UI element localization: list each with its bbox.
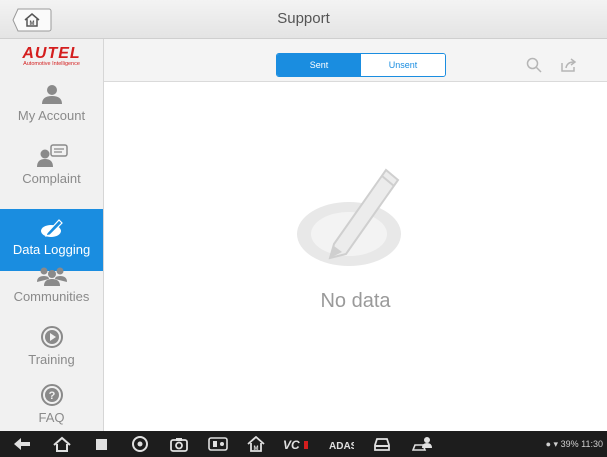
brand-tagline: Automotive Intelligence bbox=[23, 61, 80, 67]
communities-icon bbox=[36, 267, 67, 286]
search-icon[interactable] bbox=[526, 57, 542, 73]
top-bar: M Support bbox=[0, 0, 607, 39]
empty-state-text: No data bbox=[320, 290, 391, 312]
faq-icon: ? bbox=[40, 384, 63, 406]
remote-expert-icon[interactable] bbox=[412, 436, 436, 452]
autel-logo: AUTEL Automotive Intelligence bbox=[0, 45, 103, 67]
maxisys-home-icon[interactable]: M bbox=[246, 436, 266, 452]
adas-icon[interactable]: ADAS bbox=[328, 436, 354, 452]
svg-text:?: ? bbox=[48, 390, 55, 402]
sidebar-item-complaint[interactable]: Complaint bbox=[0, 136, 103, 198]
sidebar-item-training[interactable]: Training bbox=[0, 317, 103, 379]
sidebar-item-label: Training bbox=[28, 352, 75, 367]
sidebar-item-communities[interactable]: Communities bbox=[0, 256, 103, 318]
camera-icon[interactable] bbox=[170, 436, 188, 452]
vci-icon[interactable]: VC bbox=[282, 436, 310, 452]
clock: 11:30 bbox=[581, 439, 603, 449]
wifi-icon: ● ▾ bbox=[545, 439, 559, 449]
sidebar: AUTEL Automotive Intelligence My Account… bbox=[0, 39, 104, 431]
main-content: No data bbox=[104, 82, 607, 431]
page-title: Support bbox=[277, 10, 330, 27]
sidebar-item-label: Communities bbox=[13, 289, 90, 304]
tab-sent[interactable]: Sent bbox=[277, 54, 361, 76]
sidebar-item-faq[interactable]: ? FAQ bbox=[0, 375, 103, 437]
sidebar-item-label: Data Logging bbox=[12, 242, 91, 257]
svg-text:VC: VC bbox=[283, 438, 300, 452]
complaint-icon bbox=[36, 144, 68, 167]
svg-text:M: M bbox=[254, 446, 259, 452]
chrome-icon[interactable] bbox=[132, 436, 148, 452]
training-icon bbox=[40, 326, 63, 348]
recent-apps-icon[interactable] bbox=[94, 436, 110, 452]
sent-unsent-toggle: Sent Unsent bbox=[276, 53, 446, 77]
system-nav-bar: M VC ADAS ● ▾ 39% 11:30 bbox=[0, 431, 607, 457]
status-area: ● ▾ 39% 11:30 bbox=[546, 439, 603, 450]
account-icon bbox=[41, 85, 62, 104]
sidebar-item-label: FAQ bbox=[38, 410, 65, 425]
share-icon[interactable] bbox=[560, 57, 578, 73]
home-icon[interactable] bbox=[52, 436, 72, 452]
car-icon[interactable] bbox=[372, 436, 392, 452]
tab-unsent[interactable]: Unsent bbox=[361, 54, 445, 76]
sidebar-item-my-account[interactable]: My Account bbox=[0, 75, 103, 137]
sidebar-item-label: Complaint bbox=[22, 171, 81, 186]
toolbar: Sent Unsent bbox=[104, 39, 607, 82]
empty-state-pencil-icon bbox=[297, 168, 401, 266]
svg-text:ADAS: ADAS bbox=[329, 441, 354, 452]
battery-level: 39% bbox=[560, 439, 579, 449]
back-icon[interactable] bbox=[12, 436, 32, 452]
sidebar-item-label: My Account bbox=[17, 108, 86, 123]
data-logging-icon bbox=[40, 219, 63, 237]
display-icon[interactable] bbox=[208, 436, 228, 452]
